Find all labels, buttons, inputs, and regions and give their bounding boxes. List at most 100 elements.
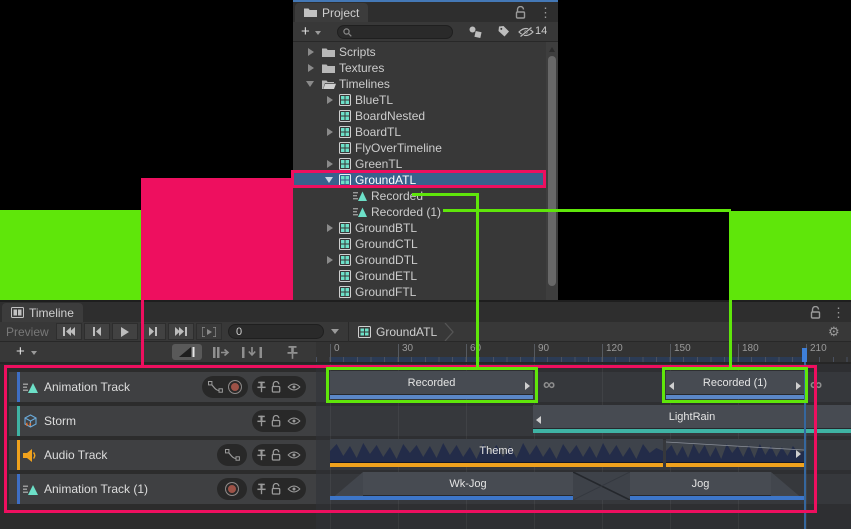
expand-arrow-icon[interactable]: [327, 224, 333, 232]
project-toolbar: + 14: [293, 22, 558, 42]
tree-item-scripts[interactable]: Scripts: [293, 44, 546, 60]
tree-item-textures[interactable]: Textures: [293, 60, 546, 76]
tree-item-groundftl[interactable]: GroundFTL: [293, 284, 546, 300]
ruler-tick-label: 120: [606, 343, 623, 354]
tree-item-flyovertimeline[interactable]: FlyOverTimeline: [293, 140, 546, 156]
project-titlebar: Project ⋮: [293, 2, 558, 22]
frame-input[interactable]: [236, 325, 318, 338]
tree-item-boardnested[interactable]: BoardNested: [293, 108, 546, 124]
collapse-arrow-icon[interactable]: [306, 81, 314, 87]
goto-start-button[interactable]: [56, 323, 82, 340]
unlock-icon[interactable]: [515, 6, 527, 19]
expand-arrow-icon[interactable]: [327, 128, 333, 136]
previous-frame-button[interactable]: [84, 323, 110, 340]
search-by-type-icon[interactable]: [468, 25, 483, 39]
replace-mode-icon[interactable]: [242, 347, 262, 358]
unlock-icon[interactable]: [810, 306, 822, 319]
folder-icon: [304, 7, 317, 18]
ruler-tick: [330, 344, 331, 362]
tree-item-recorded-1[interactable]: Recorded (1): [293, 204, 546, 220]
green-block-right: [731, 211, 851, 300]
hidden-count-eye-icon[interactable]: [518, 26, 534, 38]
tree-item-groundctl[interactable]: GroundCTL: [293, 236, 546, 252]
ruler-tick-label: 30: [402, 343, 413, 354]
timeline-asset-icon: [339, 126, 351, 138]
timeline-asset-icon: [339, 142, 351, 154]
pin-ruler-icon[interactable]: [287, 346, 298, 359]
preview-toggle[interactable]: Preview: [6, 325, 49, 339]
hidden-count: 14: [535, 25, 547, 37]
ruler-tick: [398, 344, 399, 362]
timeline-window-icon: [11, 307, 24, 318]
tree-item-timelines[interactable]: Timelines: [293, 76, 546, 92]
ruler-tick-label: 90: [538, 343, 549, 354]
annotation-recorded-line-v: [476, 193, 479, 368]
mix-mode-icon: [179, 347, 195, 357]
timeline-options-bar: +: [0, 342, 316, 362]
project-tab-label: Project: [322, 6, 359, 20]
ripple-mode-icon[interactable]: [212, 347, 230, 358]
project-window: Project ⋮ + 14 Scripts: [293, 0, 558, 300]
tree-item-grounddtl[interactable]: GroundDTL: [293, 252, 546, 268]
expand-arrow-icon[interactable]: [327, 256, 333, 264]
search-input[interactable]: [354, 26, 448, 38]
annotation-recorded-clip-outline: [326, 367, 538, 403]
tree-item-boardtl[interactable]: BoardTL: [293, 124, 546, 140]
project-menu-icon[interactable]: ⋮: [539, 6, 552, 19]
tree-item-bluetl[interactable]: BlueTL: [293, 92, 546, 108]
timeline-tab-label: Timeline: [29, 306, 74, 320]
ruler-tick: [670, 344, 671, 362]
ruler-tick-label: 180: [742, 343, 759, 354]
frame-field[interactable]: [228, 324, 324, 339]
scrollbar-thumb[interactable]: [548, 56, 556, 286]
tree-item-groundbtl[interactable]: GroundBTL: [293, 220, 546, 236]
time-ruler[interactable]: 0 30 60 90 120 150 180 210: [316, 342, 851, 362]
add-track-caret-icon[interactable]: [31, 351, 37, 355]
timeline-asset-icon: [339, 222, 351, 234]
timeline-asset-icon: [339, 158, 351, 170]
search-by-label-icon[interactable]: [497, 25, 510, 38]
play-button[interactable]: [112, 323, 138, 340]
breadcrumb-chevron-icon: [443, 323, 455, 341]
expand-arrow-icon[interactable]: [327, 160, 333, 168]
timeline-menu-icon[interactable]: ⋮: [832, 306, 845, 319]
timeline-asset-icon: [339, 270, 351, 282]
screenshot-root: Project ⋮ + 14 Scripts: [0, 0, 851, 529]
timeline-end-marker[interactable]: [802, 348, 807, 362]
search-field[interactable]: [337, 25, 453, 39]
timeline-asset-icon: [339, 110, 351, 122]
search-icon: [343, 28, 352, 37]
tree-item-recorded[interactable]: Recorded: [293, 188, 546, 204]
goto-end-button[interactable]: [168, 323, 194, 340]
expand-arrow-icon[interactable]: [308, 64, 314, 72]
ruler-tick: [466, 344, 467, 362]
add-track-button[interactable]: +: [16, 342, 25, 361]
divider: [348, 322, 349, 342]
ruler-tick-label: 210: [810, 343, 827, 354]
expand-arrow-icon[interactable]: [327, 96, 333, 104]
breadcrumb[interactable]: GroundATL: [376, 325, 437, 339]
expand-arrow-icon[interactable]: [308, 48, 314, 56]
play-range-button[interactable]: [196, 323, 222, 340]
timeline-asset-icon: [339, 238, 351, 250]
timeline-transport-bar: Preview GroundATL ⚙: [0, 322, 851, 342]
timeline-tab[interactable]: Timeline: [2, 303, 83, 322]
breadcrumb-timeline-icon: [358, 326, 371, 338]
animation-clip-icon: [353, 206, 367, 218]
annotation-recorded1-line-v: [729, 211, 732, 368]
project-scrollbar[interactable]: [546, 42, 558, 300]
ruler-tick: [534, 344, 535, 362]
mix-mode-button[interactable]: [172, 344, 202, 360]
pink-block: [141, 178, 293, 300]
settings-gear-icon[interactable]: ⚙: [828, 324, 840, 340]
project-tab[interactable]: Project: [295, 3, 368, 22]
create-asset-caret-icon[interactable]: [315, 31, 321, 35]
timeline-titlebar: Timeline ⋮: [0, 300, 851, 322]
create-asset-button[interactable]: +: [301, 22, 310, 41]
annotation-recorded1-clip-outline: [662, 367, 808, 403]
tree-item-groundetl[interactable]: GroundETL: [293, 268, 546, 284]
annotation-recorded1-line-h: [443, 209, 731, 212]
ruler-tick: [602, 344, 603, 362]
frame-unit-caret-icon[interactable]: [331, 329, 339, 334]
scroll-up-icon[interactable]: [549, 47, 555, 52]
